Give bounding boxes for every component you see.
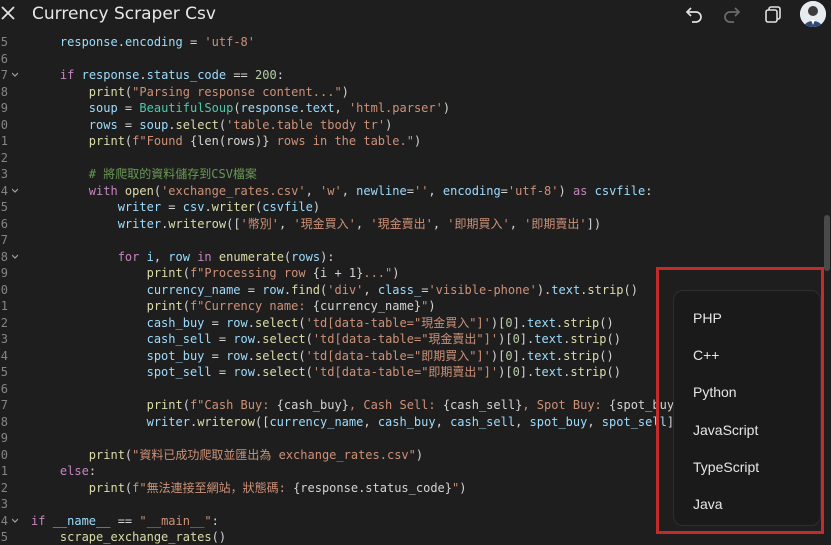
copy-icon[interactable] <box>763 4 783 24</box>
language-menu: PHP C++ Python JavaScript TypeScript Java <box>673 290 821 526</box>
line-number: 3 <box>0 332 8 346</box>
code-text: response.encoding = 'utf-8' <box>59 35 255 49</box>
line-number: 5 <box>0 365 8 379</box>
code-text: print("資料已成功爬取並匯出為 exchange_rates.csv") <box>88 447 424 462</box>
code-line[interactable]: 8 for i, row in enumerate(rows): <box>0 249 831 265</box>
code-text: soup = BeautifulSoup(response.text, 'htm… <box>88 101 451 115</box>
line-number: 9 <box>0 101 8 115</box>
line-number: 6 <box>0 381 8 396</box>
line-number: 9 <box>0 431 8 445</box>
fold-chevron-icon[interactable] <box>12 72 18 78</box>
avatar[interactable] <box>800 1 826 27</box>
menu-item-cpp[interactable]: C++ <box>693 347 719 363</box>
code-line[interactable]: 6 writer.writerow(['幣別', '現金買入', '現金賣出',… <box>0 216 831 232</box>
code-line[interactable]: 7 <box>0 232 831 248</box>
code-text: if __name__ == "__main__": <box>31 513 219 528</box>
code-text: rows = soup.select('table.table tbody tr… <box>88 117 393 132</box>
code-line[interactable]: 3 # 將爬取的資料儲存到CSV檔案 <box>0 166 831 182</box>
code-line[interactable]: 1 print(f"Found {len(rows)} rows in the … <box>0 133 831 149</box>
line-number: 6 <box>0 216 8 231</box>
code-text: with open('exchange_rates.csv', 'w', new… <box>88 183 653 198</box>
code-text: print(f"Processing row {i + 1}...") <box>146 266 400 280</box>
line-number: 4 <box>0 348 8 363</box>
line-number: 8 <box>0 84 8 99</box>
undo-icon[interactable] <box>684 4 704 24</box>
code-text: writer.writerow([currency_name, cash_buy… <box>146 414 682 429</box>
line-number: 2 <box>0 150 8 165</box>
code-text: writer = csv.writer(csvfile) <box>117 200 321 214</box>
line-number: 0 <box>0 282 8 297</box>
line-number: 5 <box>0 200 8 214</box>
line-number: 1 <box>0 299 8 313</box>
code-text: print(f"無法連接至網站，狀態碼: {response.status_co… <box>88 480 467 495</box>
code-text: spot_buy = row.select('td[data-table="即期… <box>146 348 614 363</box>
scrollbar[interactable] <box>824 215 830 271</box>
line-number: 3 <box>0 167 8 181</box>
line-number: 4 <box>0 183 8 198</box>
code-text: spot_sell = row.select('td[data-table="即… <box>146 365 621 379</box>
code-text: currency_name = row.find('div', class_='… <box>146 282 638 297</box>
menu-item-python[interactable]: Python <box>693 384 737 400</box>
code-text: # 將爬取的資料儲存到CSV檔案 <box>88 167 257 181</box>
code-line[interactable]: 2 <box>0 150 831 166</box>
code-line[interactable]: 4 with open('exchange_rates.csv', 'w', n… <box>0 183 831 199</box>
code-text: writer.writerow(['幣別', '現金買入', '現金賣出', '… <box>117 216 602 231</box>
line-number: 7 <box>0 398 8 412</box>
menu-item-typescript[interactable]: TypeScript <box>693 459 759 475</box>
fold-chevron-icon[interactable] <box>12 254 18 260</box>
line-number: 6 <box>0 51 8 66</box>
code-text: print(f"Currency name: {currency_name}") <box>146 299 436 313</box>
line-number: 2 <box>0 315 8 330</box>
code-text: scrape_exchange_rates() <box>59 530 227 544</box>
line-number: 5 <box>0 35 8 49</box>
code-text: if response.status_code == 200: <box>59 68 284 82</box>
code-line[interactable]: 5 response.encoding = 'utf-8' <box>0 34 831 50</box>
line-number: 1 <box>0 134 8 148</box>
title-bar: Currency Scraper Csv <box>0 0 831 30</box>
user-avatar-icon <box>800 1 826 27</box>
page-title: Currency Scraper Csv <box>32 4 216 24</box>
close-icon[interactable] <box>0 5 16 21</box>
code-text: cash_sell = row.select('td[data-table="現… <box>146 332 621 346</box>
line-number: 8 <box>0 249 8 264</box>
code-text: cash_buy = row.select('td[data-table="現金… <box>146 315 614 330</box>
line-number: 8 <box>0 414 8 429</box>
menu-item-javascript[interactable]: JavaScript <box>693 422 758 438</box>
code-line[interactable]: 0 rows = soup.select('table.table tbody … <box>0 117 831 133</box>
code-line[interactable]: 7 if response.status_code == 200: <box>0 67 831 83</box>
redo-icon[interactable] <box>722 4 742 24</box>
line-number: 9 <box>0 266 8 280</box>
line-number: 4 <box>0 513 8 528</box>
line-number: 5 <box>0 530 8 544</box>
code-text: else: <box>59 464 97 478</box>
code-line[interactable]: 8 print("Parsing response content...") <box>0 84 831 100</box>
code-line[interactable]: 6 <box>0 51 831 67</box>
code-line[interactable]: 9 soup = BeautifulSoup(response.text, 'h… <box>0 100 831 116</box>
code-text: print("Parsing response content...") <box>88 84 349 99</box>
code-text: print(f"Found {len(rows)} rows in the ta… <box>88 134 422 148</box>
line-number: 0 <box>0 447 8 462</box>
line-number: 3 <box>0 497 8 511</box>
code-text: print(f"Cash Buy: {cash_buy}, Cash Sell:… <box>146 398 739 412</box>
line-number: 7 <box>0 233 8 247</box>
menu-item-java[interactable]: Java <box>693 496 723 512</box>
menu-item-php[interactable]: PHP <box>693 310 722 326</box>
fold-chevron-icon[interactable] <box>12 518 18 524</box>
line-number: 2 <box>0 480 8 495</box>
fold-chevron-icon[interactable] <box>12 188 18 194</box>
code-text: for i, row in enumerate(rows): <box>117 249 335 264</box>
code-line[interactable]: 5 writer = csv.writer(csvfile) <box>0 199 831 215</box>
line-number: 1 <box>0 464 8 478</box>
line-number: 0 <box>0 117 8 132</box>
line-number: 7 <box>0 68 8 82</box>
